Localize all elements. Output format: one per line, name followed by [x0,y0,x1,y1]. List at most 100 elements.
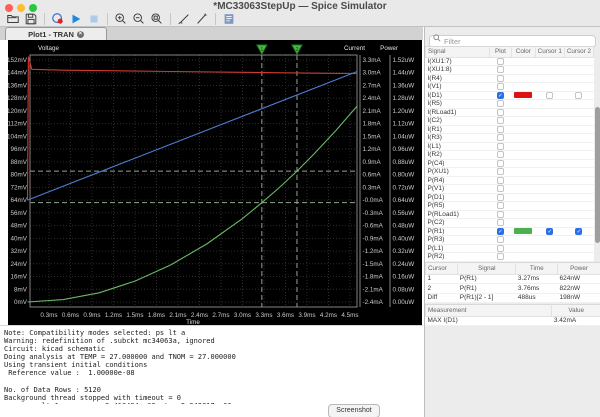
signal-name[interactable]: I(R3) [426,134,490,143]
signal-row[interactable]: P(C4) [426,159,594,168]
plot-checkbox[interactable] [497,177,504,184]
signal-row[interactable]: P(R2) [426,253,594,262]
signal-row[interactable]: I(R2) [426,151,594,160]
plot-checkbox[interactable] [497,143,504,150]
zoom-fit-button[interactable] [148,12,166,26]
zoom-out-button[interactable] [130,12,148,26]
signal-row[interactable]: P(XU1) [426,168,594,177]
signal-name[interactable]: I(R5) [426,100,490,109]
show-netlist-button[interactable] [220,12,238,26]
signal-row[interactable]: I(R5) [426,100,594,109]
plot-checkbox[interactable] [497,58,504,65]
signal-row[interactable]: I(XU1:7) [426,57,594,66]
signal-row[interactable]: P(RLoad1) [426,210,594,219]
signal-row[interactable]: I(R4) [426,74,594,83]
signal-name[interactable]: P(R5) [426,202,490,211]
stop-simulation-button[interactable] [85,12,103,26]
signal-name[interactable]: I(RLoad1) [426,108,490,117]
signal-row[interactable]: P(C2) [426,219,594,228]
signal-row[interactable]: I(V1) [426,83,594,92]
plot-canvas[interactable]: 12152mV144mV136mV128mV120mV112mV104mV96m… [8,40,422,325]
signal-name[interactable]: I(XU1:7) [426,57,490,66]
tune-value-button[interactable] [193,12,211,26]
color-swatch[interactable] [514,228,532,234]
plot-checkbox[interactable] [497,151,504,158]
plot-checkbox[interactable] [497,194,504,201]
save-workbook-button[interactable] [22,12,40,26]
signal-name[interactable]: P(V1) [426,185,490,194]
plot-checkbox[interactable] [497,83,504,90]
open-workbook-button[interactable] [4,12,22,26]
signal-row[interactable]: P(R1) ✓ ✓ ✓ [426,227,594,236]
plot-checkbox[interactable] [497,202,504,209]
signal-name[interactable]: P(XU1) [426,168,490,177]
tab-plot1-tran[interactable]: Plot1 - TRAN × [5,27,107,40]
cursor2-checkbox[interactable]: ✓ [575,228,582,235]
signals-scrollbar-thumb[interactable] [595,107,600,243]
svg-text:0.96uW: 0.96uW [393,146,415,153]
signal-row[interactable]: I(RLoad1) [426,108,594,117]
signal-name[interactable]: I(L1) [426,142,490,151]
plot-checkbox[interactable] [497,66,504,73]
signal-name[interactable]: I(C2) [426,117,490,126]
measurement-row[interactable]: MAX I(D1)3.42mA [426,316,600,326]
plot-checkbox[interactable] [497,211,504,218]
signal-row[interactable]: P(D1) [426,193,594,202]
signal-name[interactable]: I(D1) [426,91,490,100]
signal-name[interactable]: P(L1) [426,244,490,253]
signal-name[interactable]: I(R1) [426,125,490,134]
cursor2-checkbox[interactable] [575,92,582,99]
svg-text:1.8mA: 1.8mA [363,121,382,128]
signal-name[interactable]: P(RLoad1) [426,210,490,219]
cursor-cell: P(R1) [458,274,516,284]
tab-close-icon[interactable]: × [77,31,84,38]
signal-name[interactable]: P(R3) [426,236,490,245]
plot-checkbox[interactable] [497,253,504,260]
plot-checkbox[interactable]: ✓ [497,92,504,99]
signal-name[interactable]: I(R2) [426,151,490,160]
zoom-in-button[interactable] [112,12,130,26]
signal-name[interactable]: P(C4) [426,159,490,168]
plot-checkbox[interactable] [497,134,504,141]
signal-name[interactable]: P(C2) [426,219,490,228]
plot-checkbox[interactable] [497,245,504,252]
plot-checkbox[interactable] [497,75,504,82]
signal-row[interactable]: P(L1) [426,244,594,253]
signal-row[interactable]: I(R1) [426,125,594,134]
svg-text:2.1mA: 2.1mA [363,108,382,115]
plot-checkbox[interactable] [497,219,504,226]
signal-name[interactable]: I(XU1:8) [426,66,490,75]
plot-checkbox[interactable] [497,109,504,116]
signal-row[interactable]: I(C2) [426,117,594,126]
screenshot-button[interactable]: Screenshot [328,404,380,417]
cursor1-checkbox[interactable]: ✓ [546,228,553,235]
sim-command-button[interactable] [49,12,67,26]
signal-row[interactable]: I(R3) [426,134,594,143]
signal-row[interactable]: I(XU1:8) [426,66,594,75]
signal-row[interactable]: P(V1) [426,185,594,194]
run-simulation-button[interactable] [67,12,85,26]
signal-name[interactable]: I(R4) [426,74,490,83]
color-swatch[interactable] [514,92,532,98]
plot-checkbox[interactable] [497,185,504,192]
signal-row[interactable]: P(R5) [426,202,594,211]
signal-row[interactable]: I(L1) [426,142,594,151]
signal-name[interactable]: P(R1) [426,227,490,236]
plot-checkbox[interactable]: ✓ [497,228,504,235]
plot-checkbox[interactable] [497,160,504,167]
signal-name[interactable]: P(R2) [426,253,490,262]
probe-signal-button[interactable] [175,12,193,26]
cursor1-checkbox[interactable] [546,92,553,99]
signal-name[interactable]: P(R4) [426,176,490,185]
signal-row[interactable]: P(R3) [426,236,594,245]
plot-checkbox[interactable] [497,168,504,175]
signal-name[interactable]: I(V1) [426,83,490,92]
svg-text:2.1ms: 2.1ms [169,312,186,319]
signal-row[interactable]: I(D1) ✓ [426,91,594,100]
signal-name[interactable]: P(D1) [426,193,490,202]
plot-checkbox[interactable] [497,117,504,124]
plot-checkbox[interactable] [497,126,504,133]
plot-checkbox[interactable] [497,100,504,107]
plot-checkbox[interactable] [497,236,504,243]
signal-row[interactable]: P(R4) [426,176,594,185]
